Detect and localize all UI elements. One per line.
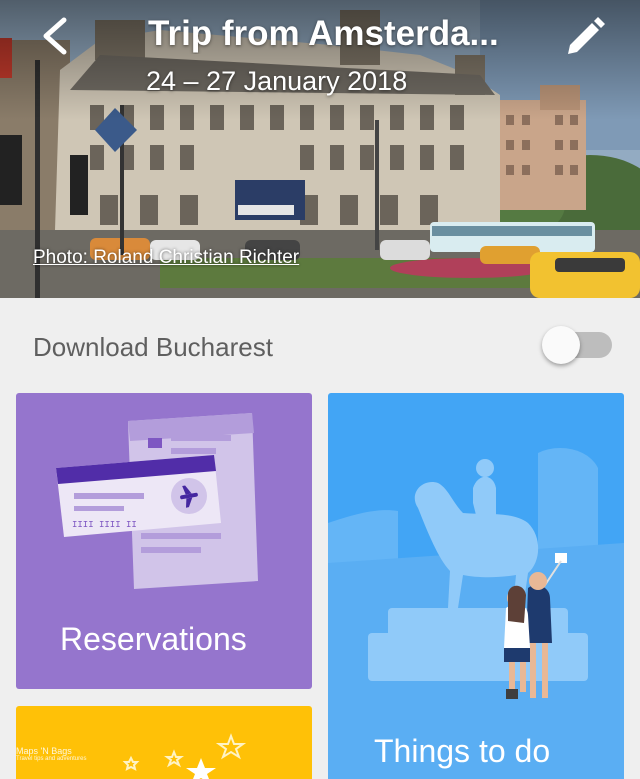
things-to-do-label: Things to do — [374, 733, 551, 769]
edit-trip-button[interactable] — [560, 12, 610, 62]
toggle-knob — [542, 326, 580, 364]
stars-illustration — [122, 733, 247, 779]
pencil-icon — [568, 17, 605, 54]
back-arrow-icon — [43, 17, 67, 55]
trip-title: Trip from Amsterda... — [148, 14, 499, 53]
back-button[interactable] — [30, 12, 80, 62]
trip-dates: 24 – 27 January 2018 — [146, 66, 408, 96]
statue-illustration — [328, 448, 624, 779]
trip-cover-photo: Trip from Amsterda... 24 – 27 January 20… — [0, 0, 640, 298]
third-card[interactable] — [16, 706, 312, 779]
reservations-card[interactable]: IIII IIII II Reservations — [16, 393, 312, 689]
reservations-label: Reservations — [60, 621, 247, 657]
things-to-do-card[interactable]: Things to do — [328, 393, 624, 779]
watermark-name: Maps 'N Bags — [16, 746, 72, 756]
svg-text:IIII IIII II: IIII IIII II — [72, 520, 137, 530]
download-toggle[interactable] — [542, 326, 614, 364]
download-label: Download Bucharest — [33, 332, 273, 362]
watermark: Maps 'N Bags Travel tips and adventures — [16, 746, 86, 762]
photo-credit-link[interactable]: Photo: Roland Christian Richter — [33, 247, 299, 269]
watermark-tagline: Travel tips and adventures — [16, 756, 87, 762]
